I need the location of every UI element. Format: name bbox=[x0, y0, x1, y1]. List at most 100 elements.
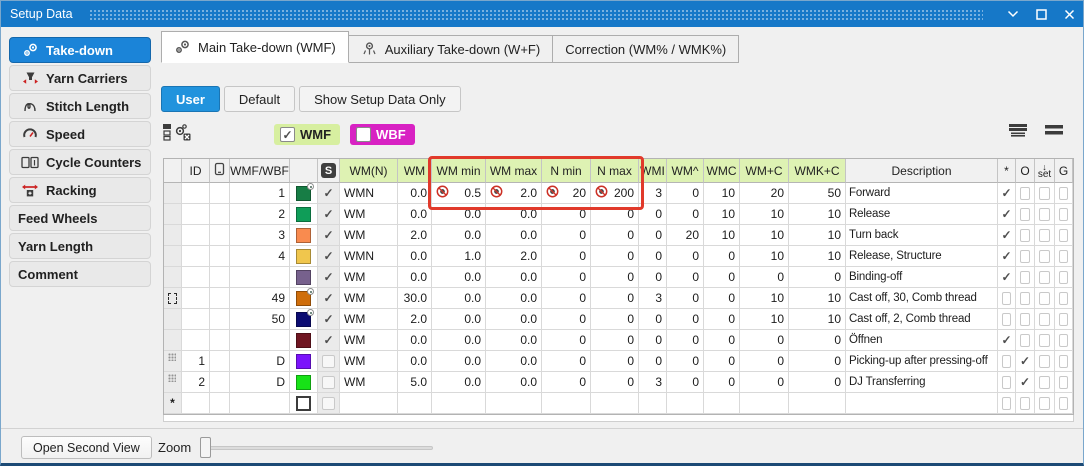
cell-dev[interactable] bbox=[210, 393, 230, 414]
cell-wmc[interactable] bbox=[704, 393, 740, 414]
cell-o[interactable] bbox=[1016, 225, 1035, 246]
cell-color[interactable] bbox=[290, 393, 318, 414]
cell-wm_c[interactable]: 0 bbox=[740, 267, 789, 288]
cell-wm_up[interactable]: 20 bbox=[667, 225, 704, 246]
sidebar-item-stitch-length[interactable]: Stitch Length bbox=[9, 93, 151, 119]
cell-o[interactable] bbox=[1016, 267, 1035, 288]
cell-id[interactable] bbox=[182, 393, 210, 414]
cell-desc[interactable]: Cast off, 2, Comb thread bbox=[846, 309, 998, 330]
cell-id[interactable] bbox=[182, 309, 210, 330]
cell-wmfwbf[interactable]: D bbox=[230, 351, 290, 372]
row-selector[interactable] bbox=[164, 288, 182, 309]
maximize-button[interactable] bbox=[1027, 1, 1055, 27]
cell-wmi[interactable]: 0 bbox=[639, 309, 667, 330]
cell-wmi[interactable]: 3 bbox=[639, 288, 667, 309]
cell-g[interactable] bbox=[1055, 267, 1073, 288]
cell-dev[interactable] bbox=[210, 225, 230, 246]
cell-wm[interactable]: 30.0 bbox=[398, 288, 432, 309]
cell-id[interactable] bbox=[182, 225, 210, 246]
cell-dev[interactable] bbox=[210, 351, 230, 372]
cell-g[interactable] bbox=[1055, 351, 1073, 372]
cell-wm_up[interactable]: 0 bbox=[667, 183, 704, 204]
wbf-filter[interactable]: WBF bbox=[350, 124, 415, 145]
cell-color[interactable] bbox=[290, 351, 318, 372]
cell-dev[interactable] bbox=[210, 183, 230, 204]
col-header-s[interactable]: S bbox=[318, 159, 340, 183]
cell-star[interactable]: ✓ bbox=[998, 246, 1016, 267]
cell-s[interactable]: ✓ bbox=[318, 309, 340, 330]
cell-desc[interactable]: Forward bbox=[846, 183, 998, 204]
cell-wmk_c[interactable]: 10 bbox=[789, 288, 846, 309]
cell-g[interactable] bbox=[1055, 288, 1073, 309]
compact-rows-icon[interactable] bbox=[1007, 123, 1029, 142]
cell-n_min[interactable]: 0 bbox=[542, 225, 591, 246]
cell-wm_c[interactable]: 0 bbox=[740, 351, 789, 372]
cell-wmk_c[interactable]: 10 bbox=[789, 246, 846, 267]
cell-set[interactable] bbox=[1035, 351, 1055, 372]
cell-wmfwbf[interactable] bbox=[230, 393, 290, 414]
cell-wm_up[interactable]: 0 bbox=[667, 246, 704, 267]
cell-dev[interactable] bbox=[210, 246, 230, 267]
col-header-o[interactable]: O bbox=[1016, 159, 1035, 183]
col-header-wm_c[interactable]: WM+C bbox=[740, 159, 789, 183]
cell-wm[interactable]: 0.0 bbox=[398, 351, 432, 372]
col-header-dev[interactable] bbox=[210, 159, 230, 183]
cell-wmc[interactable]: 0 bbox=[704, 309, 740, 330]
wmf-checkbox[interactable]: ✓ bbox=[280, 127, 295, 142]
cell-wm_max[interactable]: 0.0 bbox=[486, 204, 542, 225]
cell-set[interactable] bbox=[1035, 330, 1055, 351]
cell-wm[interactable]: 0.0 bbox=[398, 183, 432, 204]
col-header-color[interactable] bbox=[290, 159, 318, 183]
cell-n_min[interactable]: 0 bbox=[542, 351, 591, 372]
cell-n_min[interactable]: 0 bbox=[542, 246, 591, 267]
cell-n_min[interactable]: 20 bbox=[542, 183, 591, 204]
cell-wmfwbf[interactable]: 2 bbox=[230, 204, 290, 225]
cell-wmi[interactable]: 3 bbox=[639, 372, 667, 393]
cell-set[interactable] bbox=[1035, 204, 1055, 225]
cell-s[interactable]: ✓ bbox=[318, 246, 340, 267]
cell-n_max[interactable]: 0 bbox=[591, 372, 639, 393]
col-header-id[interactable]: ID bbox=[182, 159, 210, 183]
cell-o[interactable] bbox=[1016, 330, 1035, 351]
cell-id[interactable] bbox=[182, 246, 210, 267]
row-selector[interactable] bbox=[164, 351, 182, 372]
cell-wm_max[interactable]: 2.0 bbox=[486, 246, 542, 267]
cell-g[interactable] bbox=[1055, 183, 1073, 204]
col-header-set[interactable]: ↓set bbox=[1035, 159, 1055, 183]
sidebar-item-cycle-counters[interactable]: Cycle Counters bbox=[9, 149, 151, 175]
cell-wmc[interactable]: 0 bbox=[704, 288, 740, 309]
col-header-wm[interactable]: WM bbox=[398, 159, 432, 183]
cell-wmi[interactable]: 0 bbox=[639, 225, 667, 246]
cell-color[interactable] bbox=[290, 309, 318, 330]
cell-star[interactable]: ✓ bbox=[998, 204, 1016, 225]
cell-n_max[interactable]: 0 bbox=[591, 204, 639, 225]
cell-desc[interactable]: DJ Transferring bbox=[846, 372, 998, 393]
cell-wmk_c[interactable]: 10 bbox=[789, 225, 846, 246]
cell-id[interactable] bbox=[182, 267, 210, 288]
cell-id[interactable] bbox=[182, 288, 210, 309]
column-config-icon[interactable] bbox=[161, 123, 173, 146]
cell-star[interactable]: ✓ bbox=[998, 225, 1016, 246]
cell-wmfwbf[interactable]: 3 bbox=[230, 225, 290, 246]
cell-id[interactable]: 1 bbox=[182, 351, 210, 372]
cell-wm_min[interactable]: 0.0 bbox=[432, 330, 486, 351]
cell-wm[interactable]: 0.0 bbox=[398, 330, 432, 351]
cell-wm_max[interactable]: 0.0 bbox=[486, 372, 542, 393]
row-selector[interactable] bbox=[164, 330, 182, 351]
default-button[interactable]: Default bbox=[224, 86, 295, 112]
row-selector[interactable] bbox=[164, 372, 182, 393]
collapse-button[interactable] bbox=[999, 1, 1027, 27]
cell-wm_up[interactable]: 0 bbox=[667, 267, 704, 288]
cell-desc[interactable]: Öffnen bbox=[846, 330, 998, 351]
cell-s[interactable]: ✓ bbox=[318, 183, 340, 204]
cell-wm_min[interactable]: 0.0 bbox=[432, 267, 486, 288]
cell-wm_c[interactable]: 10 bbox=[740, 225, 789, 246]
cell-wm_up[interactable]: 0 bbox=[667, 330, 704, 351]
show-setup-data-only-button[interactable]: Show Setup Data Only bbox=[299, 86, 461, 112]
close-button[interactable] bbox=[1055, 1, 1083, 27]
col-header-wmc[interactable]: WMC bbox=[704, 159, 740, 183]
cell-dev[interactable] bbox=[210, 204, 230, 225]
cell-wm_max[interactable]: 2.0 bbox=[486, 183, 542, 204]
cell-s[interactable]: ✓ bbox=[318, 225, 340, 246]
cell-dev[interactable] bbox=[210, 330, 230, 351]
